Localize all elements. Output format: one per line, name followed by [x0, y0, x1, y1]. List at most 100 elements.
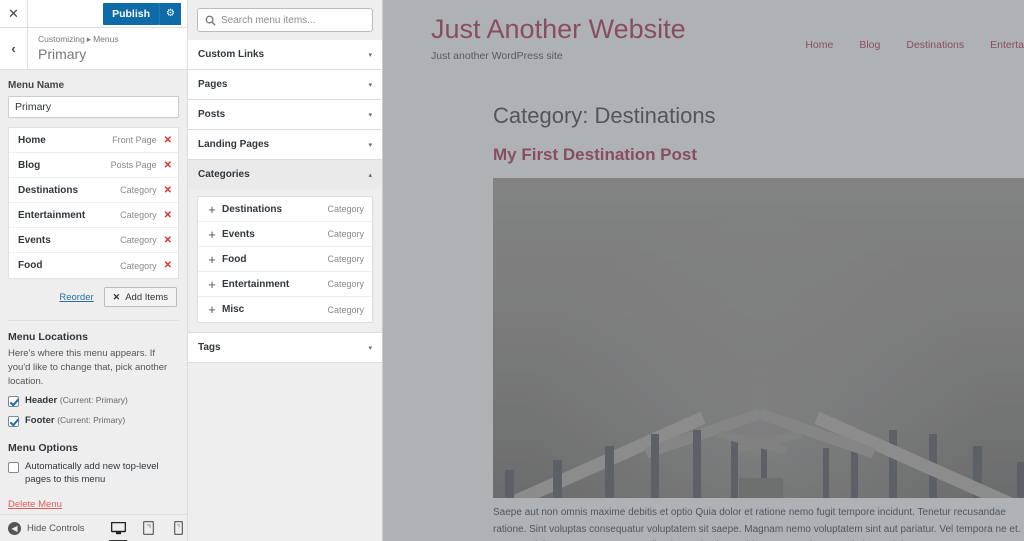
menu-locations-description: Here's where this menu appears. If you'd… — [8, 348, 168, 387]
featured-image — [493, 178, 1024, 498]
search-input[interactable] — [221, 14, 372, 26]
category-label: Misc — [222, 304, 245, 315]
checkbox-header-location[interactable] — [8, 396, 19, 408]
breadcrumb-section: Menus — [93, 33, 119, 44]
close-icon[interactable]: ✕ — [0, 0, 28, 27]
close-icon[interactable]: ✕ — [164, 235, 172, 246]
primary-navigation: Home Blog Destinations Enterta — [805, 39, 1024, 51]
add-items-button[interactable]: ✕ Add Items — [103, 287, 177, 307]
add-menu-items-panel: Custom Links ▾ Pages ▾ Posts ▾ Landing P… — [188, 0, 383, 541]
location-label-group: Header (Current: Primary) — [25, 395, 128, 408]
location-label-group: Footer (Current: Primary) — [25, 415, 125, 428]
menu-item[interactable]: Blog Posts Page ✕ — [9, 153, 178, 178]
checkbox-footer-location[interactable] — [8, 416, 19, 428]
accordion-section-tags: Tags ▾ — [188, 333, 382, 363]
device-preview-switcher — [108, 516, 188, 541]
menu-item[interactable]: Destinations Category ✕ — [9, 178, 178, 203]
desktop-icon[interactable] — [108, 516, 128, 541]
search-icon — [198, 15, 221, 26]
accordion-header-custom-links[interactable]: Custom Links ▾ — [188, 40, 382, 69]
menu-item[interactable]: Events Category ✕ — [9, 228, 178, 253]
nav-link-destinations[interactable]: Destinations — [906, 39, 964, 51]
close-icon[interactable]: ✕ — [164, 210, 172, 221]
menu-item-type: Category — [120, 210, 157, 220]
customizer-app: ✕ Publish ⚙ ‹ Customizing ▸ Menus Primary … — [0, 0, 1024, 541]
menu-item-type: Category — [120, 235, 157, 245]
publish-button[interactable]: Publish — [103, 2, 159, 25]
accordion-title: Categories — [198, 169, 250, 180]
accordion-header-tags[interactable]: Tags ▾ — [188, 333, 382, 362]
category-label: Events — [222, 228, 255, 240]
accordion-title: Custom Links — [198, 49, 265, 60]
category-label: Food — [222, 253, 247, 265]
list-item[interactable]: + Destinations Category — [198, 197, 372, 222]
menu-items-list: Home Front Page ✕ Blog Posts Page ✕ Dest… — [8, 127, 179, 279]
search-box[interactable] — [197, 8, 373, 32]
accordion-header-landing-pages[interactable]: Landing Pages ▾ — [188, 130, 382, 159]
category-label: Destinations — [222, 203, 283, 215]
location-current: (Current: Primary) — [59, 395, 128, 406]
gear-icon[interactable]: ⚙ — [159, 2, 181, 25]
accordion-header-categories[interactable]: Categories ▴ — [188, 160, 382, 189]
menu-item[interactable]: Food Category ✕ — [9, 253, 178, 278]
site-preview-frame[interactable]: Just Another Website Just another WordPr… — [383, 0, 1024, 541]
add-items-label: Add Items — [125, 291, 168, 303]
hide-controls-label: Hide Controls — [27, 522, 85, 534]
location-row-footer[interactable]: Footer (Current: Primary) — [8, 415, 179, 428]
chevron-left-icon[interactable]: ‹ — [0, 28, 28, 69]
close-icon[interactable]: ✕ — [164, 185, 172, 196]
breadcrumb-root: Customizing — [38, 33, 85, 44]
post-excerpt: Saepe aut non omnis maxime debitis et op… — [493, 507, 1021, 541]
list-item[interactable]: + Events Category — [198, 222, 372, 247]
menu-item-type: Category — [120, 185, 157, 195]
site-branding: Just Another Website Just another WordPr… — [431, 14, 731, 62]
menu-item[interactable]: Entertainment Category ✕ — [9, 203, 178, 228]
menu-item-label: Home — [18, 134, 46, 146]
accordion-header-posts[interactable]: Posts ▾ — [188, 100, 382, 129]
nav-link-home[interactable]: Home — [805, 39, 833, 51]
menu-actions: Reorder ✕ Add Items — [8, 287, 179, 307]
site-title[interactable]: Just Another Website — [431, 14, 731, 44]
menu-item-type: Front Page — [112, 135, 157, 145]
menu-item[interactable]: Home Front Page ✕ — [9, 128, 178, 153]
breadcrumb: Customizing ▸ Menus — [38, 34, 119, 46]
close-icon[interactable]: ✕ — [164, 160, 172, 171]
location-row-header[interactable]: Header (Current: Primary) — [8, 395, 179, 408]
plus-icon: + — [208, 302, 216, 317]
location-label: Footer — [25, 415, 55, 427]
page-title: Primary — [38, 45, 87, 62]
close-icon[interactable]: ✕ — [164, 260, 172, 271]
menu-options-title: Menu Options — [8, 441, 78, 454]
customizer-control-panel: ✕ Publish ⚙ ‹ Customizing ▸ Menus Primary … — [0, 0, 188, 541]
menu-item-type: Posts Page — [110, 160, 157, 170]
accordion-section-landing-pages: Landing Pages ▾ — [188, 130, 382, 160]
plus-icon: + — [208, 276, 216, 292]
chevron-down-icon: ▾ — [368, 344, 372, 352]
accordion-header-pages[interactable]: Pages ▾ — [188, 70, 382, 99]
menu-item-label: Food — [18, 260, 43, 271]
delete-menu-link[interactable]: Delete Menu — [8, 499, 62, 510]
list-item[interactable]: + Food Category — [198, 247, 372, 272]
accordion-title: Posts — [198, 109, 226, 120]
close-icon[interactable]: ✕ — [164, 135, 172, 146]
list-item[interactable]: + Misc Category — [198, 297, 372, 322]
nav-link-entertainment[interactable]: Enterta — [990, 39, 1024, 51]
categories-list: + Destinations Category + Events Categor… — [197, 196, 373, 323]
checkbox-auto-add-pages[interactable] — [8, 461, 19, 473]
mobile-icon[interactable] — [168, 516, 188, 540]
menu-item-type-list: Custom Links ▾ Pages ▾ Posts ▾ Landing P… — [188, 40, 382, 541]
reorder-link[interactable]: Reorder — [59, 292, 93, 303]
customizer-topbar: ✕ Publish ⚙ — [0, 0, 187, 28]
auto-add-row[interactable]: Automatically add new top-level pages to… — [8, 461, 179, 487]
accordion-section-pages: Pages ▾ — [188, 70, 382, 100]
menu-name-input[interactable] — [8, 96, 179, 118]
tablet-icon[interactable] — [138, 516, 158, 540]
category-type: Category — [327, 279, 364, 289]
hide-controls-button[interactable]: ◀ Hide Controls — [0, 521, 85, 535]
nav-link-blog[interactable]: Blog — [859, 39, 880, 51]
accordion-section-posts: Posts ▾ — [188, 100, 382, 130]
list-item[interactable]: + Entertainment Category — [198, 272, 372, 297]
post-title-link[interactable]: My First Destination Post — [493, 145, 1024, 165]
menu-locations-title: Menu Locations — [8, 331, 88, 343]
accordion-section-custom-links: Custom Links ▾ — [188, 40, 382, 70]
